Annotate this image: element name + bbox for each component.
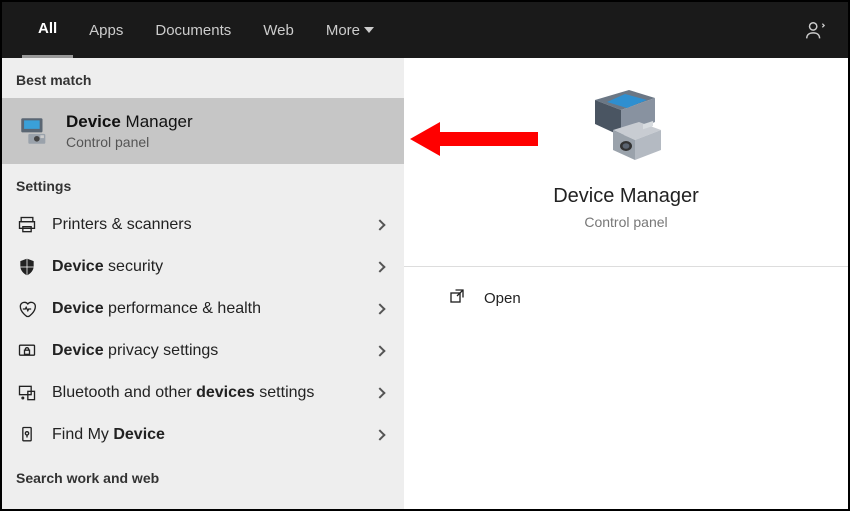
device-manager-large-icon — [587, 88, 665, 167]
best-match-header: Best match — [2, 58, 404, 98]
settings-item-device-security[interactable]: Device security — [2, 246, 404, 288]
account-icon[interactable] — [804, 20, 826, 47]
settings-item-label: Device performance & health — [52, 300, 362, 318]
printer-icon — [16, 214, 38, 236]
settings-item-device-performance[interactable]: Device performance & health — [2, 288, 404, 330]
chevron-right-icon — [374, 303, 385, 314]
settings-item-find-my-device[interactable]: Find My Device — [2, 414, 404, 456]
device-manager-icon — [16, 113, 52, 149]
preview-panel: Device Manager Control panel Open — [404, 58, 848, 509]
chevron-right-icon — [374, 429, 385, 440]
chevron-right-icon — [374, 261, 385, 272]
chevron-right-icon — [374, 219, 385, 230]
settings-item-label: Find My Device — [52, 426, 362, 444]
shield-icon — [16, 256, 38, 278]
privacy-icon — [16, 340, 38, 362]
search-filter-tabs: All Apps Documents Web More — [2, 2, 848, 58]
best-match-title: Device Manager — [66, 112, 193, 132]
search-work-web-header: Search work and web — [2, 456, 404, 496]
settings-item-label: Device security — [52, 258, 362, 276]
preview-title: Device Manager — [553, 185, 699, 208]
tab-more[interactable]: More — [310, 2, 390, 58]
action-open-label: Open — [484, 290, 521, 307]
results-panel: Best match Device Manager Control — [2, 58, 404, 509]
best-match-result[interactable]: Device Manager Control panel — [2, 98, 404, 164]
best-match-subtitle: Control panel — [66, 134, 193, 150]
action-open[interactable]: Open — [404, 267, 848, 330]
tab-web[interactable]: Web — [247, 2, 310, 58]
settings-item-bluetooth[interactable]: Bluetooth and other devices settings — [2, 372, 404, 414]
find-device-icon — [16, 424, 38, 446]
settings-header: Settings — [2, 164, 404, 204]
tab-apps[interactable]: Apps — [73, 2, 139, 58]
settings-item-printers[interactable]: Printers & scanners — [2, 204, 404, 246]
heart-monitor-icon — [16, 298, 38, 320]
chevron-down-icon — [364, 27, 374, 33]
preview-subtitle: Control panel — [584, 214, 667, 230]
chevron-right-icon — [374, 387, 385, 398]
tab-all[interactable]: All — [22, 2, 73, 58]
settings-item-label: Bluetooth and other devices settings — [52, 384, 362, 402]
settings-item-device-privacy[interactable]: Device privacy settings — [2, 330, 404, 372]
open-icon — [448, 287, 466, 310]
settings-item-label: Printers & scanners — [52, 216, 362, 234]
chevron-right-icon — [374, 345, 385, 356]
tab-documents[interactable]: Documents — [139, 2, 247, 58]
tab-more-label: More — [326, 22, 360, 39]
settings-item-label: Device privacy settings — [52, 342, 362, 360]
bluetooth-icon — [16, 382, 38, 404]
